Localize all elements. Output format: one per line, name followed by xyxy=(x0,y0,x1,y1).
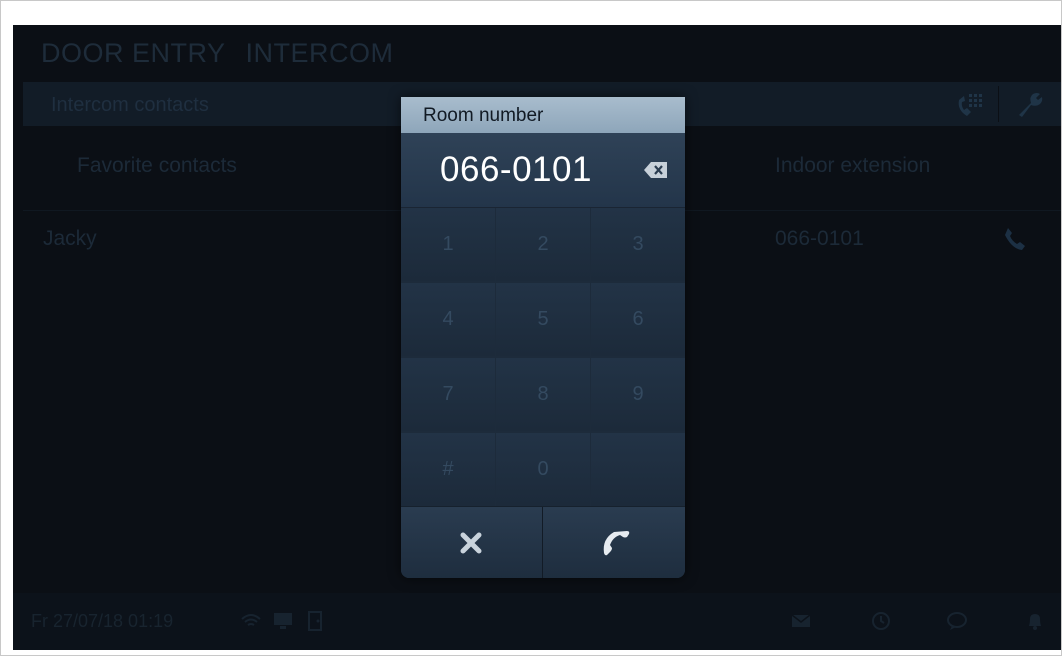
keypad-key-4[interactable]: 4 xyxy=(401,283,495,356)
handset-icon xyxy=(603,531,630,556)
column-favorite-contacts: Favorite contacts xyxy=(77,154,237,177)
contact-name[interactable]: Jacky xyxy=(43,227,97,251)
phone-icon[interactable] xyxy=(1001,225,1029,253)
dialpad-icon[interactable] xyxy=(953,88,985,120)
bell-icon[interactable] xyxy=(1023,609,1047,633)
keypad-key-blank xyxy=(591,433,685,506)
toolbar-divider xyxy=(998,86,999,122)
clock-icon[interactable] xyxy=(869,609,893,633)
call-button[interactable] xyxy=(543,507,685,578)
keypad-key-5[interactable]: 5 xyxy=(496,283,590,356)
dialog-title: Room number xyxy=(423,105,544,126)
app-title: DOOR ENTRY INTERCOM xyxy=(41,38,394,69)
room-number-value: 066-0101 xyxy=(440,150,592,189)
keypad-key-7[interactable]: 7 xyxy=(401,358,495,431)
keypad-key-0[interactable]: 0 xyxy=(496,433,590,506)
keypad-key-9[interactable]: 9 xyxy=(591,358,685,431)
keypad-key-8[interactable]: 8 xyxy=(496,358,590,431)
keypad-key-hash[interactable]: # xyxy=(401,433,495,506)
close-icon xyxy=(460,532,482,554)
window-frame: DOOR ENTRY INTERCOM Intercom contacts Fav… xyxy=(0,0,1062,656)
chat-icon[interactable] xyxy=(945,609,969,633)
wifi-icon xyxy=(241,614,261,626)
wrench-icon[interactable] xyxy=(1013,88,1045,120)
cancel-button[interactable] xyxy=(401,507,542,578)
status-bar: Fr 27/07/18 01:19 xyxy=(13,593,1061,650)
contact-room: 066-0101 xyxy=(775,227,864,250)
app-title-intercom: INTERCOM xyxy=(245,38,394,68)
device-screen: DOOR ENTRY INTERCOM Intercom contacts Fav… xyxy=(13,25,1061,650)
keypad-key-1[interactable]: 1 xyxy=(401,208,495,281)
dialog-header: Room number xyxy=(401,97,685,133)
app-title-door-entry: DOOR ENTRY xyxy=(41,38,226,68)
keypad-key-3[interactable]: 3 xyxy=(591,208,685,281)
backspace-icon[interactable] xyxy=(643,160,669,180)
dialog-actions xyxy=(401,506,685,578)
room-number-dialog: Room number 066-0101 1 2 3 4 5 6 7 8 9 #0 xyxy=(401,97,685,578)
monitor-icon xyxy=(274,613,292,629)
room-number-display: 066-0101 xyxy=(401,133,685,208)
mail-icon[interactable] xyxy=(789,609,813,633)
door-icon xyxy=(308,611,322,631)
keypad-key-6[interactable]: 6 xyxy=(591,283,685,356)
keypad: 1 2 3 4 5 6 7 8 9 #0 xyxy=(401,208,685,506)
tab-intercom-contacts[interactable]: Intercom contacts xyxy=(51,94,209,117)
status-datetime: Fr 27/07/18 01:19 xyxy=(31,611,174,631)
keypad-key-2[interactable]: 2 xyxy=(496,208,590,281)
column-indoor-extension: Indoor extension xyxy=(775,154,931,177)
